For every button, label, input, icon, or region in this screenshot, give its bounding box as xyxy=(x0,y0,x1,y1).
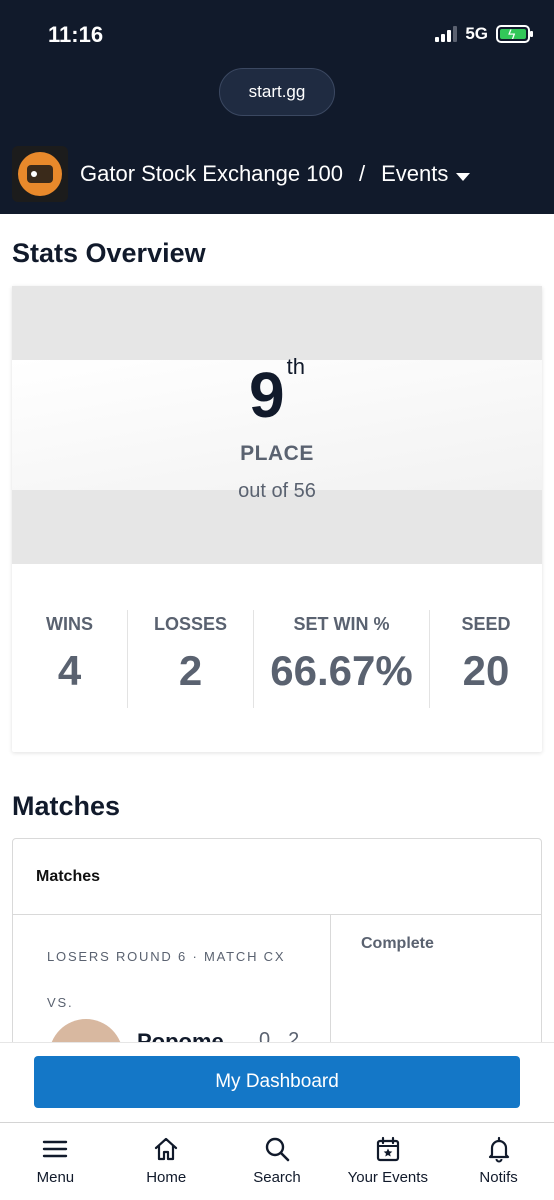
tab-search[interactable]: Search xyxy=(222,1123,333,1200)
stat-label: SEED xyxy=(461,614,511,634)
my-dashboard-button[interactable]: My Dashboard xyxy=(34,1056,520,1108)
tab-your-events[interactable]: Your Events xyxy=(332,1123,443,1200)
signal-icon xyxy=(435,26,458,42)
place-total: out of 56 xyxy=(238,480,316,502)
place-label: PLACE xyxy=(240,442,314,465)
stats-card: 9th PLACE out of 56 WINS 4 LOSSES 2 SET … xyxy=(12,286,542,752)
events-dropdown-label: Events xyxy=(381,161,449,186)
placement: 9th xyxy=(12,354,542,432)
round-label: LOSERS ROUND 6 · MATCH CX xyxy=(47,949,286,964)
tab-notifs[interactable]: Notifs xyxy=(443,1123,554,1200)
menu-icon xyxy=(43,1140,68,1158)
caret-down-icon xyxy=(456,172,471,181)
stat-set-win-percent: SET WIN % 66.67% xyxy=(254,610,430,708)
tab-menu[interactable]: Menu xyxy=(0,1123,111,1200)
stat-value: 20 xyxy=(462,647,510,694)
event-title-link[interactable]: Gator Stock Exchange 100 xyxy=(80,161,343,187)
event-nav: Gator Stock Exchange 100 / Events xyxy=(12,146,471,202)
bottom-tab-bar: Menu Home Search Your Events Notifs xyxy=(0,1122,554,1200)
bell-icon xyxy=(488,1136,509,1163)
tab-label: Search xyxy=(253,1169,301,1186)
calendar-star-icon xyxy=(376,1136,399,1162)
status-time: 11:16 xyxy=(48,22,104,47)
vs-label: VS. xyxy=(47,995,74,1010)
events-dropdown[interactable]: Events xyxy=(381,161,471,187)
stat-label: LOSSES xyxy=(153,614,228,634)
breadcrumb-separator: / xyxy=(358,161,366,186)
url-bar[interactable]: start.gg xyxy=(219,68,335,116)
matches-card-header: Matches xyxy=(13,839,541,915)
stat-row: WINS 4 LOSSES 2 SET WIN % 66.67% SEED 20 xyxy=(12,610,542,708)
event-logo[interactable] xyxy=(12,146,68,202)
place-number: 9 xyxy=(249,359,285,431)
battery-icon: ϟ xyxy=(496,25,533,43)
stat-value: 2 xyxy=(178,647,203,694)
stat-value: 66.67% xyxy=(270,647,413,694)
top-header: 11:16 5G ϟ start.gg Gator Stock Exchange… xyxy=(0,0,554,214)
stat-label: WINS xyxy=(46,614,93,634)
tab-label: Home xyxy=(146,1169,187,1186)
stat-seed: SEED 20 xyxy=(430,610,542,708)
stat-label: SET WIN % xyxy=(293,614,390,634)
stat-value: 4 xyxy=(57,647,82,694)
stat-wins: WINS 4 xyxy=(12,610,128,708)
matches-title: Matches xyxy=(12,791,121,821)
tab-label: Your Events xyxy=(347,1169,428,1186)
stat-losses: LOSSES 2 xyxy=(128,610,254,708)
place-suffix: th xyxy=(286,354,305,379)
place-banner: 9th PLACE out of 56 xyxy=(12,286,542,564)
tab-label: Notifs xyxy=(479,1169,518,1186)
match-status: Complete xyxy=(361,935,434,952)
home-icon xyxy=(155,1137,178,1161)
search-icon xyxy=(265,1137,290,1162)
stats-overview-title: Stats Overview xyxy=(12,238,206,268)
tab-home[interactable]: Home xyxy=(111,1123,222,1200)
dashboard-bar: My Dashboard xyxy=(0,1042,554,1122)
status-indicators: 5G ϟ xyxy=(435,24,533,44)
tab-label: Menu xyxy=(36,1169,75,1186)
network-type: 5G xyxy=(465,24,488,43)
